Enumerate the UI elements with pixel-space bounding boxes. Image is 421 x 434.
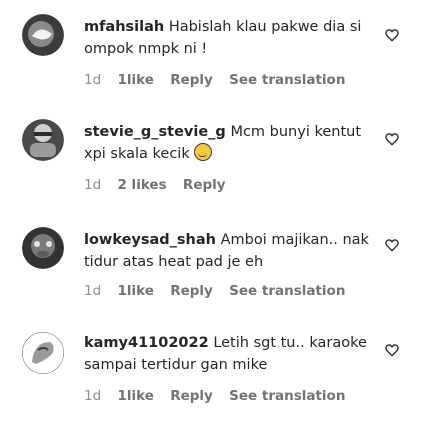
- avatar[interactable]: [22, 119, 64, 161]
- comment-username[interactable]: kamy41102022: [84, 335, 209, 351]
- comment-meta: 1d 1like Reply See translation: [84, 283, 357, 299]
- see-translation-button[interactable]: See translation: [229, 72, 345, 88]
- avatar-photo-icon: [22, 119, 64, 161]
- comment-meta: 1d 1like Reply See translation: [84, 388, 357, 404]
- comment-username[interactable]: lowkeysad_shah: [84, 232, 216, 248]
- heart-icon[interactable]: [384, 342, 400, 358]
- comment-likes[interactable]: 2 likes: [117, 177, 166, 193]
- comment-time: 1d: [84, 177, 102, 193]
- reply-button[interactable]: Reply: [183, 177, 226, 193]
- avatar[interactable]: [22, 332, 64, 374]
- comment-likes[interactable]: 1like: [117, 72, 153, 88]
- heart-icon[interactable]: [384, 27, 400, 43]
- comment-likes[interactable]: 1like: [117, 283, 153, 299]
- reply-button[interactable]: Reply: [170, 388, 213, 404]
- heart-icon[interactable]: [384, 237, 400, 253]
- reply-button[interactable]: Reply: [170, 283, 213, 299]
- comment-meta: 1d 2 likes Reply: [84, 177, 238, 193]
- comment-time: 1d: [84, 283, 102, 299]
- heart-icon[interactable]: [384, 131, 400, 147]
- comment-username[interactable]: stevie_g_stevie_g: [84, 124, 226, 140]
- comment-likes[interactable]: 1like: [117, 388, 153, 404]
- avatar-photo-icon: [22, 14, 64, 56]
- comment-text: lowkeysad_shah Amboi majikan.. nak tidur…: [84, 229, 380, 273]
- avatar[interactable]: [22, 227, 64, 269]
- comment-time: 1d: [84, 72, 102, 88]
- comment-time: 1d: [84, 388, 102, 404]
- grinning-face-emoji-icon: [194, 143, 213, 161]
- avatar-photo-icon: [22, 227, 64, 269]
- comment-text: kamy41102022 Letih sgt tu.. karaoke samp…: [84, 332, 380, 376]
- comment-text: mfahsilah Habislah klau pakwe dia si omp…: [84, 16, 380, 60]
- reply-button[interactable]: Reply: [170, 72, 213, 88]
- avatar-photo-icon: [22, 332, 64, 374]
- comment-text: stevie_g_stevie_g Mcm bunyi kentut xpi s…: [84, 121, 380, 165]
- comment-meta: 1d 1like Reply See translation: [84, 72, 357, 88]
- see-translation-button[interactable]: See translation: [229, 283, 345, 299]
- see-translation-button[interactable]: See translation: [229, 388, 345, 404]
- comment-username[interactable]: mfahsilah: [84, 19, 164, 35]
- avatar[interactable]: [22, 14, 64, 56]
